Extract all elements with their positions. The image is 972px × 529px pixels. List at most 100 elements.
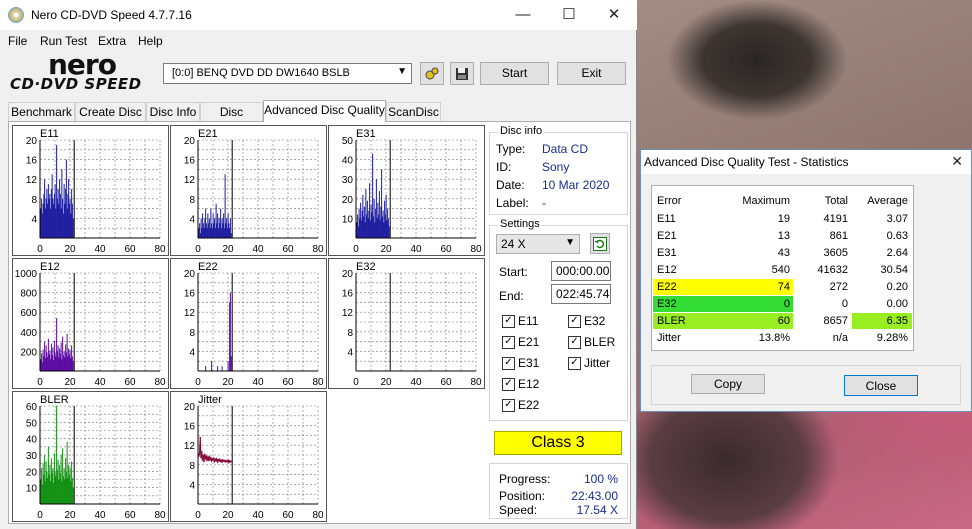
- stat-row-total: 0: [841, 298, 848, 310]
- chart-bar: [221, 366, 223, 371]
- stat-row-name: E31: [657, 247, 677, 259]
- check-icon: ✓: [502, 356, 515, 370]
- menu-help[interactable]: Help: [138, 34, 163, 48]
- menu-extra[interactable]: Extra: [98, 34, 126, 48]
- end-time-input[interactable]: 022:45.74: [551, 284, 611, 304]
- copy-button[interactable]: Copy: [691, 374, 765, 394]
- disc-info-title: Disc info: [498, 125, 545, 137]
- check-icon: ✓: [568, 314, 581, 328]
- checkbox-bler[interactable]: ✓ BLER: [568, 335, 615, 349]
- y-tick-label: 20: [342, 269, 354, 280]
- chevron-down-icon: ▼: [565, 237, 575, 248]
- y-tick-label: 8: [189, 195, 195, 206]
- y-tick-label: 20: [184, 402, 196, 413]
- tab-scandisc[interactable]: ScanDisc: [386, 102, 441, 121]
- check-icon: ✓: [502, 377, 515, 391]
- stat-row-maximum: 19: [777, 213, 790, 225]
- checkbox-e12-label: E12: [518, 377, 540, 391]
- start-time-input[interactable]: 000:00.00: [551, 261, 611, 281]
- chart-title: E21: [198, 128, 218, 140]
- checkbox-e22[interactable]: ✓ E22: [502, 398, 539, 412]
- y-tick-label: 10: [342, 214, 354, 225]
- drive-select[interactable]: [0:0] BENQ DVD DD DW1640 BSLB ▼: [163, 63, 412, 84]
- chart-svg: E22 4 8 12 16 20 0 20 40 60 80: [184, 261, 324, 388]
- chevron-down-icon: ▼: [397, 66, 407, 77]
- x-tick-label: 20: [380, 377, 392, 388]
- drive-select-value: [0:0] BENQ DVD DD DW1640 BSLB: [172, 67, 350, 79]
- chart-title: E12: [40, 261, 60, 273]
- checkbox-e12[interactable]: ✓ E12: [502, 377, 539, 391]
- x-tick-label: 20: [222, 510, 234, 521]
- x-tick-label: 0: [37, 377, 43, 388]
- floppy-disk-icon: [456, 67, 468, 80]
- chart-bar: [205, 366, 207, 371]
- stat-row-name: E21: [657, 230, 677, 242]
- disc-id-value: Sony: [542, 160, 570, 174]
- tab-disc-info[interactable]: Disc Info: [146, 102, 200, 121]
- tab-benchmark[interactable]: Benchmark: [8, 102, 75, 121]
- minimize-button[interactable]: —: [509, 4, 537, 26]
- stat-row-total: n/a: [832, 332, 848, 344]
- logo-cd-dvd-speed-text: CD·DVD SPEED: [10, 75, 142, 93]
- exit-button[interactable]: Exit: [557, 62, 626, 85]
- stat-row-average: 9.28%: [876, 332, 908, 344]
- y-tick-label: 12: [184, 175, 196, 186]
- chart-point: [218, 458, 221, 461]
- chart-point: [201, 459, 204, 461]
- checkbox-e32[interactable]: ✓ E32: [568, 314, 605, 328]
- check-icon: ✓: [502, 335, 515, 349]
- stat-row-total: 272: [829, 281, 848, 293]
- y-tick-label: 8: [189, 328, 195, 339]
- x-tick-label: 80: [312, 377, 324, 388]
- y-tick-label: 8: [347, 328, 353, 339]
- dialog-title-bar: Advanced Disc Quality Test - Statistics …: [641, 150, 971, 174]
- y-tick-label: 4: [189, 347, 195, 358]
- col-header-error: Error: [657, 195, 682, 207]
- chart-e11: E11 4 8 12 16 20 0 20 40 60 80: [12, 125, 169, 256]
- y-tick-label: 50: [26, 418, 38, 429]
- refresh-speed-button[interactable]: [590, 233, 610, 254]
- menu-run-test[interactable]: Run Test: [40, 34, 87, 48]
- stat-row-name: E32: [657, 298, 677, 310]
- checkbox-jitter[interactable]: ✓ Jitter: [568, 356, 610, 370]
- y-tick-label: 16: [184, 156, 196, 167]
- chart-point: [216, 460, 219, 463]
- stat-row-average: 30.54: [880, 264, 908, 276]
- dialog-close-icon[interactable]: ✕: [951, 153, 963, 170]
- chart-point: [203, 460, 205, 463]
- stat-row-average: 0.63: [886, 230, 908, 242]
- speed-select[interactable]: 24 X ▼: [496, 234, 580, 254]
- chart-point: [205, 455, 208, 458]
- title-bar: Nero CD-DVD Speed 4.7.7.16 — ☐ ✕: [0, 0, 637, 30]
- x-tick-label: 0: [37, 244, 43, 255]
- close-dialog-button[interactable]: Close: [844, 375, 918, 396]
- chart-title: E22: [198, 261, 218, 273]
- checkbox-e21[interactable]: ✓ E21: [502, 335, 539, 349]
- window-title: Nero CD-DVD Speed 4.7.7.16: [31, 8, 192, 22]
- start-button[interactable]: Start: [480, 62, 549, 85]
- x-tick-label: 40: [94, 510, 106, 521]
- maximize-button[interactable]: ☐: [555, 4, 583, 26]
- checkbox-e31[interactable]: ✓ E31: [502, 356, 539, 370]
- tab-disc-quality[interactable]: Disc Quality: [200, 102, 263, 133]
- tab-create-disc[interactable]: Create Disc: [75, 102, 146, 121]
- save-button[interactable]: [450, 62, 474, 85]
- menu-file[interactable]: File: [8, 34, 27, 48]
- chart-point: [204, 457, 207, 460]
- drive-info-button[interactable]: [420, 62, 444, 85]
- close-button[interactable]: ✕: [600, 4, 628, 26]
- chart-point: [207, 459, 210, 462]
- y-tick-label: 600: [20, 308, 37, 319]
- checkbox-e11[interactable]: ✓ E11: [502, 314, 538, 328]
- tab-advanced-disc-quality[interactable]: Advanced Disc Quality: [263, 100, 386, 122]
- statistics-list: Error Maximum Total Average E11 19 4191 3.0…: [651, 185, 914, 351]
- x-tick-label: 60: [124, 510, 136, 521]
- settings-title: Settings: [498, 218, 542, 230]
- checkbox-e11-label: E11: [518, 314, 539, 328]
- chart-e21: E21 4 8 12 16 20 0 20 40 60 80: [170, 125, 327, 256]
- stat-row-maximum: 0: [783, 298, 790, 310]
- stat-row-average: 6.35: [886, 315, 908, 327]
- chart-point: [209, 457, 212, 459]
- x-tick-label: 0: [195, 244, 201, 255]
- y-tick-label: 10: [26, 484, 38, 495]
